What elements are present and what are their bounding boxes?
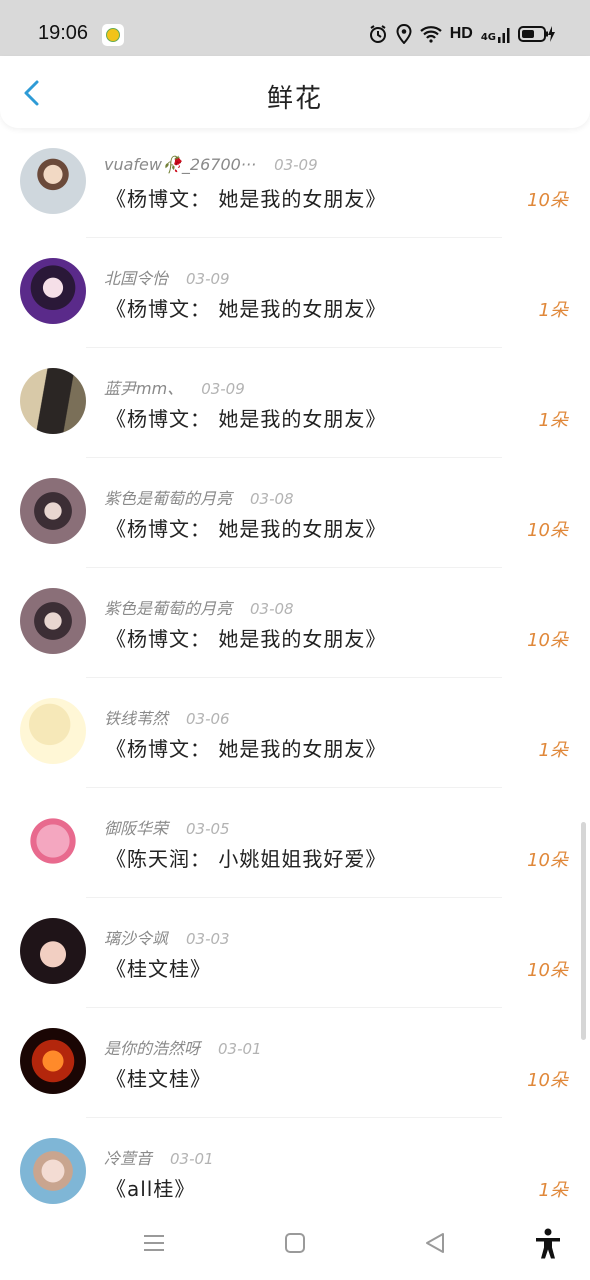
user-name: 蓝尹mm、 [104,379,184,398]
battery-icon [518,26,555,42]
menu-icon[interactable] [143,1232,165,1254]
date: 03-09 [186,270,230,288]
date: 03-08 [250,490,294,508]
user-name: vuafew🥀_26700··· [104,155,257,174]
flower-count: 10朵 [527,1070,568,1091]
list-item[interactable]: 冷萱音 03-01 《all桂》 1朵 [0,1118,590,1228]
status-time: 19:06 [38,22,89,44]
date: 03-06 [186,710,230,728]
date: 03-08 [250,600,294,618]
user-name: 铁线苇然 [104,709,169,728]
flower-count: 10朵 [527,630,568,651]
list-item[interactable]: 紫色是葡萄的月亮 03-08 《杨博文： 她是我的女朋友》 10朵 [0,568,590,678]
avatar[interactable] [20,148,86,214]
header: 鲜花 [0,56,590,128]
song-title: 《杨博文： 她是我的女朋友》 [106,407,387,431]
flower-count: 10朵 [527,520,568,541]
signal-icon: 4G [481,25,510,43]
avatar[interactable] [20,588,86,654]
status-icons: HD 4G [368,24,556,44]
list-item[interactable]: 璃沙令飒 03-03 《桂文桂》 10朵 [0,898,590,1008]
list-item[interactable]: 蓝尹mm、 03-09 《杨博文： 她是我的女朋友》 1朵 [0,348,590,458]
date: 03-01 [218,1040,262,1058]
list-item[interactable]: 是你的浩然呀 03-01 《桂文桂》 10朵 [0,1008,590,1118]
back-triangle-icon[interactable] [424,1232,446,1254]
flower-count: 1朵 [538,1180,568,1201]
user-name: 御阪华荣 [104,819,169,838]
list-item[interactable]: 铁线苇然 03-06 《杨博文： 她是我的女朋友》 1朵 [0,678,590,788]
song-title: 《杨博文： 她是我的女朋友》 [106,297,387,321]
app-notification-icon [102,24,124,46]
user-name: 冷萱音 [104,1149,153,1168]
system-nav-bar [0,1214,590,1280]
status-bar: 19:06 HD 4G [0,0,590,56]
song-title: 《桂文桂》 [106,957,211,981]
user-name: 是你的浩然呀 [104,1039,201,1058]
flower-count: 10朵 [527,190,568,211]
song-title: 《桂文桂》 [106,1067,211,1091]
date: 03-09 [274,156,318,174]
date: 03-05 [186,820,230,838]
avatar[interactable] [20,698,86,764]
flower-count: 10朵 [527,960,568,981]
avatar[interactable] [20,1028,86,1094]
song-title: 《all桂》 [106,1177,196,1201]
avatar[interactable] [20,258,86,324]
hd-label: HD [449,25,473,42]
avatar[interactable] [20,478,86,544]
song-title: 《杨博文： 她是我的女朋友》 [106,517,387,541]
home-square-icon[interactable] [284,1232,306,1254]
list-item[interactable]: 御阪华荣 03-05 《陈天润： 小姚姐姐我好爱》 10朵 [0,788,590,898]
song-title: 《杨博文： 她是我的女朋友》 [106,627,387,651]
user-name: 紫色是葡萄的月亮 [104,489,233,508]
date: 03-09 [201,380,245,398]
list-item[interactable]: 北国令怡 03-09 《杨博文： 她是我的女朋友》 1朵 [0,238,590,348]
flower-list: vuafew🥀_26700··· 03-09 《杨博文： 她是我的女朋友》 10… [0,128,590,1228]
date: 03-03 [186,930,230,948]
avatar[interactable] [20,918,86,984]
flower-count: 1朵 [538,300,568,321]
avatar[interactable] [20,808,86,874]
user-name: 北国令怡 [104,269,169,288]
wifi-icon [419,26,442,43]
song-title: 《杨博文： 她是我的女朋友》 [106,187,387,211]
flower-count: 1朵 [538,410,568,431]
user-name: 璃沙令飒 [104,929,169,948]
alarm-icon [369,25,386,43]
list-item[interactable]: vuafew🥀_26700··· 03-09 《杨博文： 她是我的女朋友》 10… [0,128,590,238]
avatar[interactable] [20,1138,86,1204]
flower-count: 1朵 [538,740,568,761]
song-title: 《陈天润： 小姚姐姐我好爱》 [106,847,387,871]
avatar[interactable] [20,368,86,434]
song-title: 《杨博文： 她是我的女朋友》 [106,737,387,761]
list-item[interactable]: 紫色是葡萄的月亮 03-08 《杨博文： 她是我的女朋友》 10朵 [0,458,590,568]
page-title: 鲜花 [266,84,323,114]
accessibility-icon[interactable] [534,1228,562,1260]
location-icon [396,24,412,44]
flower-count: 10朵 [527,850,568,871]
date: 03-01 [170,1150,214,1168]
scrollbar[interactable] [581,822,586,1040]
user-name: 紫色是葡萄的月亮 [104,599,233,618]
